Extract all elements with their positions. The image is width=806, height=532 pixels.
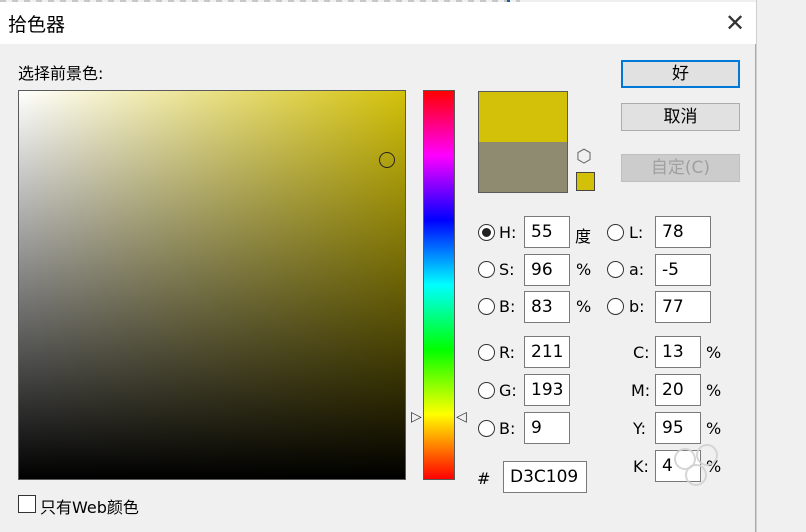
a-field[interactable]: -5 bbox=[655, 254, 711, 286]
color-swatch bbox=[478, 91, 568, 193]
s-field[interactable]: 96 bbox=[524, 254, 570, 286]
title-bar: 拾色器 ✕ bbox=[0, 2, 756, 44]
g-label: G: bbox=[499, 381, 517, 400]
r-field[interactable]: 211 bbox=[524, 336, 570, 368]
r-label: R: bbox=[499, 343, 516, 362]
s-unit: % bbox=[576, 260, 592, 279]
c-unit: % bbox=[706, 343, 722, 362]
watermark-icon bbox=[652, 442, 742, 492]
s-label: S: bbox=[499, 260, 515, 279]
current-color-swatch[interactable] bbox=[479, 142, 567, 192]
l-radio[interactable] bbox=[607, 224, 624, 241]
lab-b-radio[interactable] bbox=[607, 298, 624, 315]
lab-b-field[interactable]: 77 bbox=[655, 291, 711, 323]
custom-button: 自定(C) bbox=[621, 154, 740, 182]
lab-b-label: b: bbox=[629, 297, 645, 316]
r-radio[interactable] bbox=[478, 344, 495, 361]
h-unit: 度 bbox=[575, 227, 592, 246]
c-field[interactable]: 13 bbox=[655, 336, 701, 368]
y-unit: % bbox=[706, 419, 722, 438]
rgb-b-field[interactable]: 9 bbox=[524, 412, 570, 444]
m-label: M: bbox=[631, 381, 651, 400]
h-radio[interactable] bbox=[478, 224, 495, 241]
color-picker-dialog: 拾色器 ✕ 选择前景色: ▷ ◁ ⬡ 好 取消 自定(C) H: 55 度 S:… bbox=[0, 2, 756, 532]
b-field[interactable]: 83 bbox=[524, 291, 570, 323]
close-icon[interactable]: ✕ bbox=[720, 8, 750, 38]
background-area bbox=[756, 0, 806, 532]
l-label: L: bbox=[629, 223, 644, 242]
dialog-title: 拾色器 bbox=[8, 14, 66, 36]
web-safe-color-swatch[interactable] bbox=[576, 172, 595, 191]
new-color-swatch bbox=[479, 92, 567, 142]
a-radio[interactable] bbox=[607, 261, 624, 278]
cancel-button[interactable]: 取消 bbox=[621, 103, 740, 131]
rgb-b-label: B: bbox=[499, 419, 516, 438]
g-field[interactable]: 193 bbox=[524, 374, 570, 406]
hex-field[interactable]: D3C109 bbox=[503, 461, 587, 493]
l-field[interactable]: 78 bbox=[655, 216, 711, 248]
m-field[interactable]: 20 bbox=[655, 374, 701, 406]
b-unit: % bbox=[576, 297, 592, 316]
m-unit: % bbox=[706, 381, 722, 400]
web-only-label: 只有Web颜色 bbox=[40, 498, 139, 517]
y-field[interactable]: 95 bbox=[655, 412, 701, 444]
b-radio[interactable] bbox=[478, 298, 495, 315]
hue-slider[interactable] bbox=[423, 90, 455, 480]
c-label: C: bbox=[633, 343, 650, 362]
s-radio[interactable] bbox=[478, 261, 495, 278]
hue-slider-left-arrow-icon[interactable]: ▷ bbox=[411, 409, 422, 425]
picker-cursor[interactable] bbox=[379, 152, 395, 168]
h-field[interactable]: 55 bbox=[524, 216, 570, 248]
hex-label: # bbox=[477, 469, 491, 488]
rgb-b-radio[interactable] bbox=[478, 420, 495, 437]
ok-button[interactable]: 好 bbox=[621, 60, 740, 88]
out-of-gamut-cube-icon[interactable]: ⬡ bbox=[576, 146, 592, 167]
b-label: B: bbox=[499, 297, 516, 316]
web-only-checkbox[interactable] bbox=[18, 495, 36, 513]
saturation-brightness-field[interactable] bbox=[18, 90, 406, 480]
y-label: Y: bbox=[633, 419, 647, 438]
a-label: a: bbox=[629, 260, 645, 279]
k-label: K: bbox=[633, 457, 649, 476]
hue-slider-right-arrow-icon[interactable]: ◁ bbox=[456, 409, 467, 425]
g-radio[interactable] bbox=[478, 382, 495, 399]
foreground-label: 选择前景色: bbox=[18, 64, 104, 83]
h-label: H: bbox=[499, 223, 517, 242]
